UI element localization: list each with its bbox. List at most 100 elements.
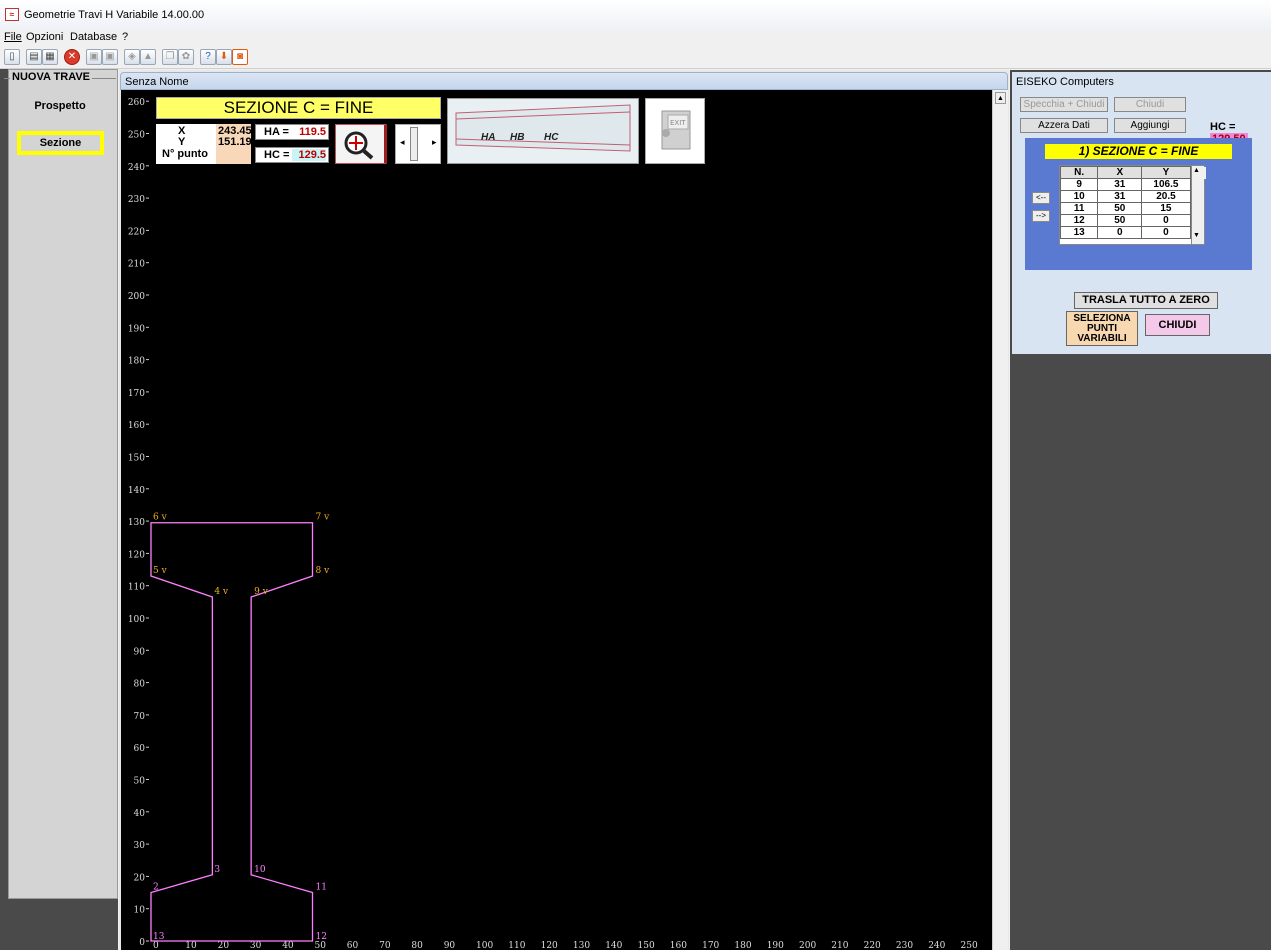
cell-n[interactable]: 9 (1059, 178, 1099, 191)
ha-value[interactable]: 119.5 (292, 126, 326, 138)
menu-file[interactable]: File (4, 31, 22, 43)
point-label: 9 v (254, 587, 269, 597)
section-outline (150, 522, 314, 942)
beam-label-hb: HB (510, 132, 525, 143)
menu-help[interactable]: ? (122, 31, 128, 43)
next-point-button[interactable]: --> (1032, 210, 1050, 222)
x-tick-label: 40 (282, 941, 294, 950)
specchia-chiudi-button[interactable]: Specchia + Chiudi (1020, 97, 1108, 112)
cell-y[interactable]: 106.5 (1141, 178, 1191, 191)
beam-label-hc: HC (544, 132, 559, 143)
cell-n[interactable]: 10 (1059, 190, 1099, 203)
point-label: 5 v (153, 566, 168, 576)
table-row[interactable]: 13 0 0 (1059, 226, 1206, 239)
table-row[interactable]: 11 50 15 (1059, 202, 1206, 215)
chiudi-small-button[interactable]: Chiudi (1114, 97, 1186, 112)
drawing-canvas[interactable]: 0102030405060708090100110120130140150160… (121, 90, 992, 950)
y-tick-label: 120 (128, 550, 145, 560)
section-title: SEZIONE C = FINE (156, 97, 441, 119)
cell-y[interactable]: 20.5 (1141, 190, 1191, 203)
table-row[interactable]: 12 50 0 (1059, 214, 1206, 227)
window-title: Geometrie Travi H Variabile 14.00.00 (24, 9, 205, 21)
x-tick-label: 110 (508, 941, 525, 950)
y-tick-label: 260 (128, 98, 145, 108)
prev-point-button[interactable]: <-- (1032, 192, 1050, 204)
new-file-icon[interactable]: ▯ (4, 49, 20, 65)
col-header-y: Y (1141, 166, 1191, 179)
cell-y[interactable]: 15 (1141, 202, 1191, 215)
menu-opzioni[interactable]: Opzioni (26, 31, 63, 43)
close-icon[interactable]: ✕ (64, 49, 80, 65)
table-scrollbar[interactable]: ▲ ▼ (1191, 166, 1204, 244)
cell-y[interactable]: 0 (1141, 214, 1191, 227)
table-scroll-up-icon[interactable]: ▲ (1193, 167, 1200, 174)
seleziona-punti-button[interactable]: SELEZIONA PUNTI VARIABILI (1066, 311, 1138, 346)
copy-icon[interactable]: ❐ (162, 49, 178, 65)
azzera-dati-button[interactable]: Azzera Dati (1020, 118, 1108, 133)
beam-preview[interactable]: HA HB HC (447, 98, 639, 164)
scroll-left-icon[interactable]: ◂ (400, 137, 405, 148)
y-tick-label: 110 (128, 583, 145, 593)
y-tick-label: 210 (128, 260, 145, 270)
zoom-button[interactable] (335, 124, 387, 164)
stop-icon[interactable]: ◙ (232, 49, 248, 65)
mini-scrollbar[interactable]: ◂ ▸ (395, 124, 441, 164)
table-row[interactable]: 9 31 106.5 (1059, 178, 1206, 191)
cell-n[interactable]: 11 (1059, 202, 1099, 215)
cell-y[interactable]: 0 (1141, 226, 1191, 239)
ha-field: HA = 119.5 (255, 124, 329, 140)
x-tick-label: 70 (379, 941, 391, 950)
x-axis: 0 10 20 30 40 50 60 70 80 90 100 110 120 130 140 150 160… (153, 941, 978, 950)
download-icon[interactable]: ⬇ (216, 49, 232, 65)
trasla-tutto-button[interactable]: TRASLA TUTTO A ZERO (1074, 292, 1218, 309)
menu-database[interactable]: Database (70, 31, 117, 43)
y-tick-label: 240 (128, 163, 145, 173)
cell-x[interactable]: 31 (1097, 190, 1143, 203)
nav-sezione[interactable]: Sezione (17, 131, 104, 155)
layers-icon[interactable]: ◈ (124, 49, 140, 65)
help-icon[interactable]: ? (200, 49, 216, 65)
print-icon[interactable]: ▦ (42, 49, 58, 65)
cell-n[interactable]: 12 (1059, 214, 1099, 227)
y-tick-label: 80 (134, 680, 146, 690)
y-tick-label: 100 (128, 615, 145, 625)
y-tick-label: 160 (128, 421, 145, 431)
aggiungi-button[interactable]: Aggiungi (1114, 118, 1186, 133)
points-table[interactable]: N. X Y 9 31 106.5 10 31 20.5 11 50 15 12… (1059, 165, 1206, 245)
scroll-right-icon[interactable]: ▸ (432, 137, 437, 148)
scroll-thumb[interactable] (410, 127, 418, 161)
y-axis: 0 10 20 30 40 50 60 70 80 90 100 110 120 130 140 150 160… (128, 98, 149, 948)
cell-n[interactable]: 13 (1059, 226, 1099, 239)
point-label: 8 v (316, 566, 331, 576)
cell-x[interactable]: 50 (1097, 214, 1143, 227)
document-title: Senza Nome (125, 76, 189, 88)
table-scroll-down-icon[interactable]: ▼ (1193, 232, 1200, 239)
point-label: 11 (316, 883, 327, 893)
open-file-icon[interactable]: ▤ (26, 49, 42, 65)
col-header-x: X (1097, 166, 1143, 179)
point-label: 10 (254, 865, 266, 875)
table-row[interactable]: 10 31 20.5 (1059, 190, 1206, 203)
triangle-icon[interactable]: ▲ (140, 49, 156, 65)
save-as-icon[interactable]: ▣ (102, 49, 118, 65)
hc-field: HC = 129.5 (255, 147, 329, 163)
x-tick-label: 120 (541, 941, 558, 950)
settings-icon[interactable]: ✿ (178, 49, 194, 65)
y-tick-label: 50 (134, 777, 146, 787)
x-tick-label: 190 (767, 941, 784, 950)
scroll-up-icon[interactable]: ▲ (995, 92, 1006, 104)
vertical-scrollbar[interactable]: ▲ (992, 90, 1008, 950)
cell-x[interactable]: 0 (1097, 226, 1143, 239)
x-tick-label: 210 (831, 941, 848, 950)
exit-button[interactable]: EXIT (645, 98, 705, 164)
nav-prospetto[interactable]: Prospetto (20, 100, 100, 112)
cell-x[interactable]: 31 (1097, 178, 1143, 191)
hc-value[interactable]: 129.5 (292, 149, 326, 161)
points-table-title: 1) SEZIONE C = FINE (1045, 144, 1232, 159)
chiudi-button[interactable]: CHIUDI (1145, 314, 1210, 336)
save-icon[interactable]: ▣ (86, 49, 102, 65)
y-tick-label: 230 (128, 195, 145, 205)
menu-bar: File Opzioni Database ? (0, 30, 1271, 45)
cell-x[interactable]: 50 (1097, 202, 1143, 215)
y-label: Y (178, 136, 186, 148)
